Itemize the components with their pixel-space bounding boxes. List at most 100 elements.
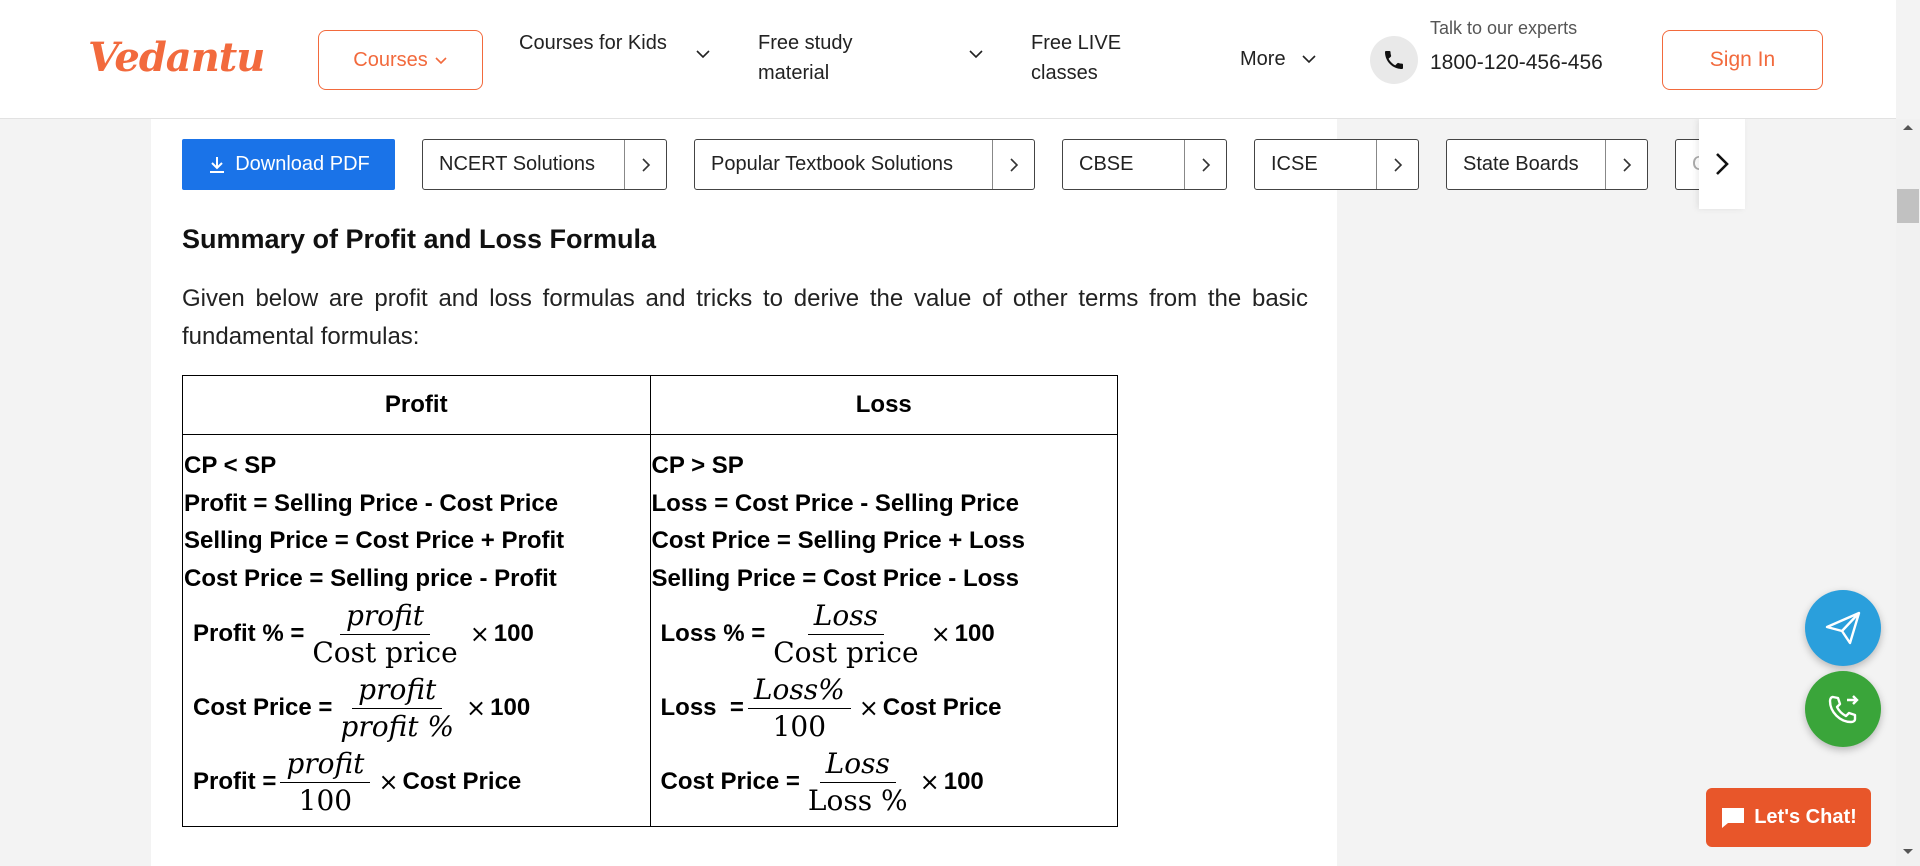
loss-cost-price-formula: Cost Price = Loss Loss % × 100 xyxy=(651,745,1117,819)
formula-line: Profit = Selling Price - Cost Price xyxy=(184,489,559,517)
formula-tail: 100 xyxy=(493,620,534,647)
intro-paragraph: Given below are profit and loss formulas… xyxy=(182,285,1308,350)
numerator: Loss xyxy=(807,598,884,635)
nav-free-live-classes[interactable]: Free LIVE classes xyxy=(1031,28,1146,88)
nav-free-study-material[interactable]: Free study material xyxy=(758,28,888,88)
chip-label: Popular Textbook Solutions xyxy=(711,153,954,175)
denominator: Cost price xyxy=(312,635,458,669)
chip-cbse[interactable]: CBSE xyxy=(1062,139,1227,190)
phone-icon[interactable] xyxy=(1370,36,1418,84)
numerator: profit xyxy=(339,598,431,635)
chevron-down-icon[interactable] xyxy=(1301,51,1317,67)
lets-chat-label: Let's Chat! xyxy=(1754,806,1857,828)
chip-ncert-solutions[interactable]: NCERT Solutions xyxy=(422,139,667,190)
sign-in-button[interactable]: Sign In xyxy=(1662,30,1823,90)
formula-label: Cost Price = xyxy=(660,768,800,795)
nav-more[interactable]: More xyxy=(1240,44,1286,74)
denominator: 100 xyxy=(772,709,827,743)
scroll-up-icon[interactable] xyxy=(1902,123,1914,131)
section-heading: Summary of Profit and Loss Formula xyxy=(182,224,657,254)
scrollbar-thumb[interactable] xyxy=(1897,189,1919,223)
times-symbol: × xyxy=(466,694,487,722)
profit-formula: Profit = profit 100 × Cost Price xyxy=(183,745,650,819)
chevron-down-icon xyxy=(435,57,447,65)
denominator: 100 xyxy=(298,783,353,817)
fraction: Loss% 100 xyxy=(747,672,851,745)
fraction: profit 100 xyxy=(280,746,371,819)
formula-label: Loss % = xyxy=(660,620,766,647)
cost-price-formula: Cost Price = profit profit % × 100 xyxy=(183,671,650,745)
chevron-right-icon[interactable] xyxy=(1605,140,1647,189)
chevron-down-icon[interactable] xyxy=(695,46,711,62)
formula-tail: 100 xyxy=(490,694,531,721)
phone-number[interactable]: 1800-120-456-456 xyxy=(1430,48,1605,78)
nav-courses-for-kids[interactable]: Courses for Kids xyxy=(519,28,669,58)
formula-label: Profit % = xyxy=(193,620,305,647)
formula-tail: Cost Price xyxy=(402,768,522,795)
chevron-right-icon xyxy=(1716,153,1729,175)
fraction: profit profit % xyxy=(336,672,458,745)
send-message-button[interactable] xyxy=(1805,590,1881,666)
loss-cell: CP > SP Loss = Cost Price - Selling Pric… xyxy=(649,434,1119,827)
formula-tail: 100 xyxy=(943,768,984,795)
fraction: profit Cost price xyxy=(308,598,461,671)
talk-to-experts-label: Talk to our experts xyxy=(1430,18,1578,38)
chevron-right-icon[interactable] xyxy=(624,140,666,189)
formula-line: CP < SP xyxy=(184,452,277,479)
courses-button[interactable]: Courses xyxy=(318,30,483,90)
numerator: Loss xyxy=(819,746,896,783)
formula-line: Selling Price = Cost Price - Loss xyxy=(651,564,1019,592)
download-pdf-button[interactable]: Download PDF xyxy=(182,139,395,190)
sidebar-area xyxy=(1337,210,1896,866)
scroll-right-button[interactable] xyxy=(1699,119,1745,209)
page-scrollbar[interactable] xyxy=(1896,119,1920,866)
phone-forward-icon xyxy=(1828,695,1859,724)
download-pdf-label: Download PDF xyxy=(235,153,370,175)
formula-label: Loss = xyxy=(660,694,744,721)
formula-line: Cost Price = Selling price - Profit xyxy=(184,564,557,592)
loss-formula: Loss = Loss% 100 × Cost Price xyxy=(651,671,1117,745)
site-header: Vedantu Courses Courses for Kids Free st… xyxy=(0,0,1896,119)
formula-tail: Cost Price xyxy=(882,694,1002,721)
chip-label: State Boards xyxy=(1463,153,1579,175)
chip-state-boards[interactable]: State Boards xyxy=(1446,139,1648,190)
chevron-right-icon[interactable] xyxy=(1376,140,1418,189)
formula-line: Selling Price = Cost Price + Profit xyxy=(184,527,565,554)
download-icon xyxy=(210,156,225,173)
denominator: profit % xyxy=(340,709,455,743)
formula-line: Loss = Cost Price - Selling Price xyxy=(651,489,1019,517)
numerator: profit xyxy=(352,672,443,709)
profit-cell: CP < SP Profit = Selling Price - Cost Pr… xyxy=(182,434,651,827)
formula-line: CP > SP xyxy=(651,452,744,479)
times-symbol: × xyxy=(378,768,399,796)
numerator: Loss% xyxy=(747,672,851,709)
callback-button[interactable] xyxy=(1805,671,1881,747)
times-symbol: × xyxy=(930,620,951,648)
column-header-profit: Profit xyxy=(182,375,651,435)
loss-percent-formula: Loss % = Loss Cost price × 100 xyxy=(651,597,1117,671)
chevron-right-icon[interactable] xyxy=(992,140,1034,189)
chip-icse[interactable]: ICSE xyxy=(1254,139,1419,190)
chevron-right-icon[interactable] xyxy=(1184,140,1226,189)
denominator: Loss % xyxy=(807,783,908,817)
times-symbol: × xyxy=(919,768,940,796)
resource-toolbar: Download PDF NCERT Solutions Popular Tex… xyxy=(0,119,1896,210)
formula-label: Profit = xyxy=(193,768,277,795)
column-header-loss: Loss xyxy=(649,375,1119,435)
denominator: Cost price xyxy=(773,635,919,669)
formula-line: Cost Price = Selling Price + Loss xyxy=(651,527,1026,554)
lets-chat-button[interactable]: Let's Chat! xyxy=(1706,788,1871,847)
paper-plane-icon xyxy=(1825,611,1861,645)
times-symbol: × xyxy=(858,694,879,722)
chip-label: ICSE xyxy=(1271,153,1318,175)
chevron-down-icon[interactable] xyxy=(968,46,984,62)
times-symbol: × xyxy=(469,620,490,648)
chat-bubble-icon xyxy=(1722,807,1745,828)
formula-label: Cost Price = xyxy=(193,694,333,721)
chip-label: CBSE xyxy=(1079,153,1134,175)
vedantu-logo[interactable]: Vedantu xyxy=(88,34,265,81)
scroll-down-icon[interactable] xyxy=(1902,848,1914,856)
chip-popular-textbook-solutions[interactable]: Popular Textbook Solutions xyxy=(694,139,1035,190)
fraction: Loss Cost price xyxy=(769,598,922,671)
chip-label: NCERT Solutions xyxy=(439,153,595,175)
